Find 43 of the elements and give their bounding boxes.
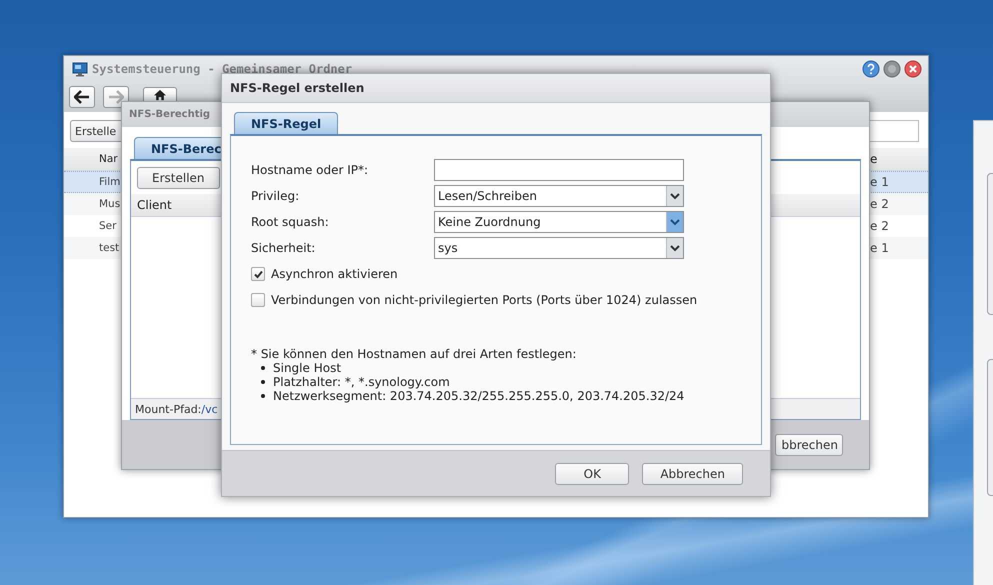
home-icon bbox=[153, 89, 167, 101]
column-header: e bbox=[870, 152, 878, 166]
checkbox-label: Verbindungen von nicht-privilegierten Ports (Ports über 1024) zulassen bbox=[271, 293, 698, 307]
caret-icon bbox=[670, 244, 680, 252]
tab[interactable]: NFS-Regel bbox=[234, 112, 338, 134]
bullet-icon bbox=[261, 394, 265, 398]
input-field[interactable] bbox=[434, 159, 684, 181]
create-button[interactable]: Erstellen bbox=[137, 167, 220, 190]
caret-icon bbox=[670, 192, 680, 200]
cancel-button[interactable]: Abbrechen bbox=[642, 462, 743, 484]
dropdown[interactable]: sys bbox=[434, 237, 684, 259]
dropdown[interactable]: Lesen/Schreiben bbox=[434, 185, 684, 207]
help-icon[interactable] bbox=[862, 60, 880, 78]
field-label: Hostname oder IP*: bbox=[251, 163, 370, 177]
note-text: * Sie können den Hostnamen auf drei Arten festlegen: bbox=[251, 347, 578, 361]
back-button[interactable] bbox=[69, 86, 95, 108]
home-button[interactable] bbox=[143, 87, 177, 102]
checkbox[interactable] bbox=[251, 267, 265, 281]
window-title: Systemsteuerung - Gemeinsamer Ordner bbox=[92, 62, 352, 76]
close-icon[interactable] bbox=[904, 60, 922, 78]
bullet-icon bbox=[261, 366, 265, 370]
field-label: Root squash: bbox=[251, 215, 330, 229]
left-arrow-icon bbox=[74, 90, 90, 104]
checkbox-label: Asynchron aktivieren bbox=[271, 267, 398, 281]
field-label: Sicherheit: bbox=[251, 241, 316, 255]
bullet-icon bbox=[261, 380, 265, 384]
window-title: NFS-Berechtig bbox=[129, 109, 210, 120]
dialog-title: NFS-Regel erstellen bbox=[230, 81, 364, 95]
caret-icon bbox=[670, 218, 680, 226]
note-item: Single Host bbox=[273, 361, 342, 375]
minimize-icon[interactable] bbox=[883, 60, 901, 78]
right-arrow-icon bbox=[108, 90, 124, 104]
column-header: Nar bbox=[98, 153, 118, 165]
monitor-icon bbox=[72, 61, 88, 77]
search-field[interactable] bbox=[867, 120, 919, 142]
field-label: Privileg: bbox=[251, 189, 300, 203]
checkbox[interactable] bbox=[251, 293, 265, 307]
dropdown[interactable]: Keine Zuordnung bbox=[434, 211, 684, 233]
create-button[interactable]: Erstelle bbox=[70, 120, 121, 142]
column-header: Client bbox=[137, 198, 172, 212]
note-item: Platzhalter: *, *.synology.com bbox=[273, 375, 450, 389]
ok-button[interactable]: OK bbox=[555, 462, 630, 484]
cancel-button[interactable]: bbrechen bbox=[774, 434, 843, 456]
